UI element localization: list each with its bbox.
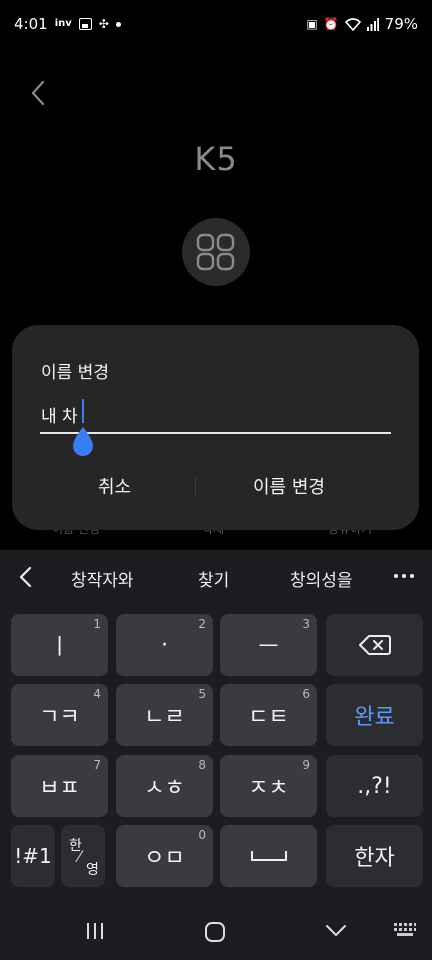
key-hint: 1 — [93, 617, 101, 631]
suggestion-item[interactable]: 창작자와 — [71, 566, 134, 591]
key-ieung[interactable]: ㅇㅁ 0 — [116, 825, 213, 887]
text-cursor — [82, 399, 84, 423]
inv-icon: inv — [54, 18, 72, 29]
status-right: ▣ ⏰ 79% — [306, 15, 418, 33]
key-nieun[interactable]: ㄴㄹ 5 — [116, 684, 213, 746]
key-label: · — [161, 632, 168, 658]
backspace-icon — [358, 635, 391, 655]
pinwheel-icon: ✣ — [98, 17, 109, 31]
slash-icon: ⁄ — [78, 847, 81, 866]
key-hint: 2 — [198, 617, 206, 631]
done-key[interactable]: 완료 — [326, 684, 423, 746]
battery-level: 79% — [384, 15, 418, 33]
key-hint: 3 — [302, 617, 310, 631]
key-horizontal-vowel[interactable]: ㅡ 3 — [220, 614, 317, 676]
backspace-key[interactable] — [326, 614, 423, 676]
key-hint: 7 — [93, 758, 101, 772]
key-label: ㄷㅌ — [248, 705, 289, 730]
key-label: !#1 — [14, 844, 52, 868]
suggestion-item[interactable]: 창의성을 — [290, 566, 353, 591]
apps-icon — [196, 233, 235, 271]
key-label: ㅣ — [49, 635, 70, 660]
hanja-key[interactable]: 한자 — [326, 825, 423, 887]
key-hint: 6 — [302, 687, 310, 701]
key-hint: 0 — [198, 828, 206, 842]
wifi-icon — [344, 17, 361, 31]
status-bar: 4:01 inv ✣ ▣ ⏰ 79% — [0, 0, 432, 48]
suggestion-back-icon[interactable] — [16, 565, 36, 589]
space-icon — [250, 851, 287, 861]
key-label: ㄱㅋ — [39, 705, 80, 730]
key-label: 완료 — [354, 705, 395, 730]
key-sublabel: 영 — [86, 862, 99, 878]
home-icon[interactable] — [204, 921, 226, 943]
language-switch-key[interactable]: 한 ⁄ 영 — [61, 825, 105, 887]
key-hint: 9 — [302, 758, 310, 772]
key-label: ㅈㅊ — [248, 776, 289, 801]
cursor-handle-icon[interactable] — [71, 425, 95, 457]
hide-keyboard-icon[interactable] — [325, 924, 347, 938]
key-jieut[interactable]: ㅈㅊ 9 — [220, 755, 317, 817]
dot-icon — [115, 21, 121, 27]
key-label: ㅂㅍ — [39, 776, 80, 801]
suggestion-item[interactable]: 찾기 — [198, 566, 229, 591]
space-key[interactable] — [220, 825, 317, 887]
battery-saver-icon: ▣ — [306, 17, 318, 31]
key-hint: 5 — [198, 687, 206, 701]
key-digeut[interactable]: ㄷㅌ 6 — [220, 684, 317, 746]
status-left: 4:01 inv ✣ — [14, 15, 121, 33]
back-arrow-icon[interactable] — [24, 78, 54, 108]
button-divider — [195, 477, 196, 497]
confirm-rename-button[interactable]: 이름 변경 — [253, 473, 325, 499]
key-label: ㅡ — [258, 635, 279, 660]
key-hint: 4 — [93, 687, 101, 701]
gallery-icon — [78, 18, 92, 30]
key-siot[interactable]: ㅅㅎ 8 — [116, 755, 213, 817]
key-dot-vowel[interactable]: · 2 — [116, 614, 213, 676]
more-options-icon[interactable] — [394, 566, 418, 586]
car-icon-button[interactable] — [182, 218, 250, 286]
cancel-button[interactable]: 취소 — [98, 473, 131, 499]
alarm-icon: ⏰ — [323, 17, 339, 31]
key-hint: 8 — [198, 758, 206, 772]
punctuation-key[interactable]: .,?! — [326, 755, 423, 817]
keyboard-switch-icon[interactable] — [393, 922, 417, 940]
navigation-bar — [0, 910, 432, 960]
rename-dialog: 이름 변경 내 차 취소 이름 변경 — [12, 325, 419, 530]
key-vertical-vowel[interactable]: ㅣ 1 — [11, 614, 108, 676]
key-label: ㅅㅎ — [144, 776, 185, 801]
car-name: K5 — [194, 140, 238, 178]
dialog-title: 이름 변경 — [41, 363, 109, 383]
key-bieup[interactable]: ㅂㅍ 7 — [11, 755, 108, 817]
recent-apps-icon[interactable] — [84, 922, 106, 940]
key-giyeok[interactable]: ㄱㅋ 4 — [11, 684, 108, 746]
signal-icon — [366, 17, 379, 31]
symbols-key[interactable]: !#1 — [11, 825, 55, 887]
key-label: ㅇㅁ — [144, 846, 185, 871]
key-label: 한자 — [354, 846, 395, 871]
status-time: 4:01 — [14, 15, 48, 33]
key-label: .,?! — [357, 773, 392, 799]
suggestion-bar: 창작자와 찾기 창의성을 — [0, 550, 432, 604]
keyboard: 창작자와 찾기 창의성을 ㅣ 1 · 2 ㅡ 3 ㄱㅋ 4 ㄴㄹ 5 ㄷㅌ 6 … — [0, 550, 432, 910]
key-label: ㄴㄹ — [144, 705, 185, 730]
